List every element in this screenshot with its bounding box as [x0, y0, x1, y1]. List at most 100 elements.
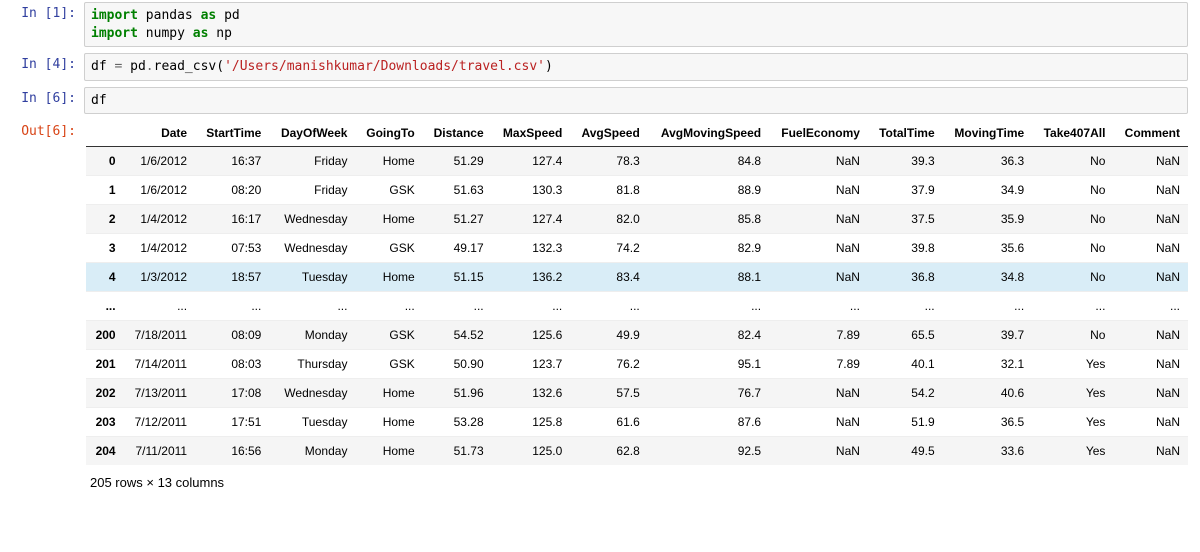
table-cell: No [1032, 321, 1113, 350]
dataframe-header-row: DateStartTimeDayOfWeekGoingToDistanceMax… [86, 120, 1188, 147]
table-cell: 123.7 [492, 350, 571, 379]
table-cell: ... [648, 292, 769, 321]
code-input[interactable]: import pandas as pd import numpy as np [84, 2, 1188, 47]
table-cell: 39.7 [943, 321, 1033, 350]
row-index: 2 [86, 205, 124, 234]
table-cell: GSK [355, 176, 422, 205]
table-cell: 33.6 [943, 437, 1033, 466]
column-header: MovingTime [943, 120, 1033, 147]
keyword: import [91, 26, 138, 41]
table-cell: 18:57 [195, 263, 269, 292]
table-cell: 1/4/2012 [124, 205, 196, 234]
table-cell: NaN [769, 205, 868, 234]
table-cell: 34.8 [943, 263, 1033, 292]
table-row: 31/4/201207:53WednesdayGSK49.17132.374.2… [86, 234, 1188, 263]
dataframe-table: DateStartTimeDayOfWeekGoingToDistanceMax… [86, 120, 1188, 465]
table-cell: 127.4 [492, 205, 571, 234]
table-cell: 88.9 [648, 176, 769, 205]
column-header: Comment [1113, 120, 1188, 147]
table-cell: 7/12/2011 [124, 408, 196, 437]
table-cell: 54.2 [868, 379, 943, 408]
code-input[interactable]: df = pd.read_csv('/Users/manishkumar/Dow… [84, 53, 1188, 81]
table-cell: 62.8 [570, 437, 648, 466]
table-cell: 7/14/2011 [124, 350, 196, 379]
table-row: 41/3/201218:57TuesdayHome51.15136.283.48… [86, 263, 1188, 292]
table-cell: NaN [1113, 437, 1188, 466]
table-cell: NaN [1113, 350, 1188, 379]
table-row: 11/6/201208:20FridayGSK51.63130.381.888.… [86, 176, 1188, 205]
function: read_csv( [154, 59, 224, 74]
table-cell: 65.5 [868, 321, 943, 350]
table-cell: 1/4/2012 [124, 234, 196, 263]
table-cell: ... [1113, 292, 1188, 321]
table-cell: 51.9 [868, 408, 943, 437]
table-cell: NaN [1113, 234, 1188, 263]
table-cell: 125.0 [492, 437, 571, 466]
row-index: ... [86, 292, 124, 321]
table-cell: 84.8 [648, 147, 769, 176]
table-cell: 81.8 [570, 176, 648, 205]
module: numpy [146, 26, 185, 41]
table-row: 2047/11/201116:56MondayHome51.73125.062.… [86, 437, 1188, 466]
table-cell: Monday [269, 321, 355, 350]
row-index: 0 [86, 147, 124, 176]
table-cell: 50.90 [423, 350, 492, 379]
operator: = [107, 59, 130, 74]
table-cell: ... [570, 292, 648, 321]
table-cell: 17:51 [195, 408, 269, 437]
table-cell: GSK [355, 234, 422, 263]
table-cell: 35.9 [943, 205, 1033, 234]
column-header: Take407All [1032, 120, 1113, 147]
table-cell: 7.89 [769, 321, 868, 350]
table-cell: 1/6/2012 [124, 147, 196, 176]
row-index: 204 [86, 437, 124, 466]
table-cell: 95.1 [648, 350, 769, 379]
table-cell: NaN [769, 437, 868, 466]
table-cell: 85.8 [648, 205, 769, 234]
table-cell: 92.5 [648, 437, 769, 466]
table-cell: 51.15 [423, 263, 492, 292]
table-cell: ... [868, 292, 943, 321]
table-cell: 51.63 [423, 176, 492, 205]
table-cell: 16:17 [195, 205, 269, 234]
code-cell: In [4]: df = pd.read_csv('/Users/manishk… [12, 53, 1188, 81]
table-row: 2017/14/201108:03ThursdayGSK50.90123.776… [86, 350, 1188, 379]
table-cell: 125.8 [492, 408, 571, 437]
table-cell: 7/13/2011 [124, 379, 196, 408]
keyword: import [91, 8, 138, 23]
table-cell: NaN [769, 408, 868, 437]
row-index: 4 [86, 263, 124, 292]
row-index: 203 [86, 408, 124, 437]
output-body: DateStartTimeDayOfWeekGoingToDistanceMax… [84, 120, 1188, 500]
table-cell: Tuesday [269, 263, 355, 292]
table-cell: Wednesday [269, 234, 355, 263]
table-cell: 7/11/2011 [124, 437, 196, 466]
table-cell: ... [492, 292, 571, 321]
variable: df [91, 93, 107, 108]
table-cell: 35.6 [943, 234, 1033, 263]
row-index: 202 [86, 379, 124, 408]
alias: np [216, 26, 232, 41]
code-cell: In [6]: df [12, 87, 1188, 115]
table-cell: Yes [1032, 408, 1113, 437]
table-cell: No [1032, 147, 1113, 176]
table-row: 2027/13/201117:08WednesdayHome51.96132.6… [86, 379, 1188, 408]
table-cell: 54.52 [423, 321, 492, 350]
column-header: GoingTo [355, 120, 422, 147]
table-cell: ... [195, 292, 269, 321]
table-cell: Thursday [269, 350, 355, 379]
table-cell: ... [769, 292, 868, 321]
column-header: AvgSpeed [570, 120, 648, 147]
keyword: as [193, 26, 209, 41]
table-cell: Friday [269, 176, 355, 205]
code-input[interactable]: df [84, 87, 1188, 115]
table-cell: 83.4 [570, 263, 648, 292]
table-cell: 08:03 [195, 350, 269, 379]
table-cell: NaN [1113, 176, 1188, 205]
table-cell: 17:08 [195, 379, 269, 408]
table-cell: 82.0 [570, 205, 648, 234]
table-row: ........................................… [86, 292, 1188, 321]
table-cell: 16:56 [195, 437, 269, 466]
dataframe-wrapper: DateStartTimeDayOfWeekGoingToDistanceMax… [86, 120, 1188, 465]
table-cell: NaN [1113, 205, 1188, 234]
